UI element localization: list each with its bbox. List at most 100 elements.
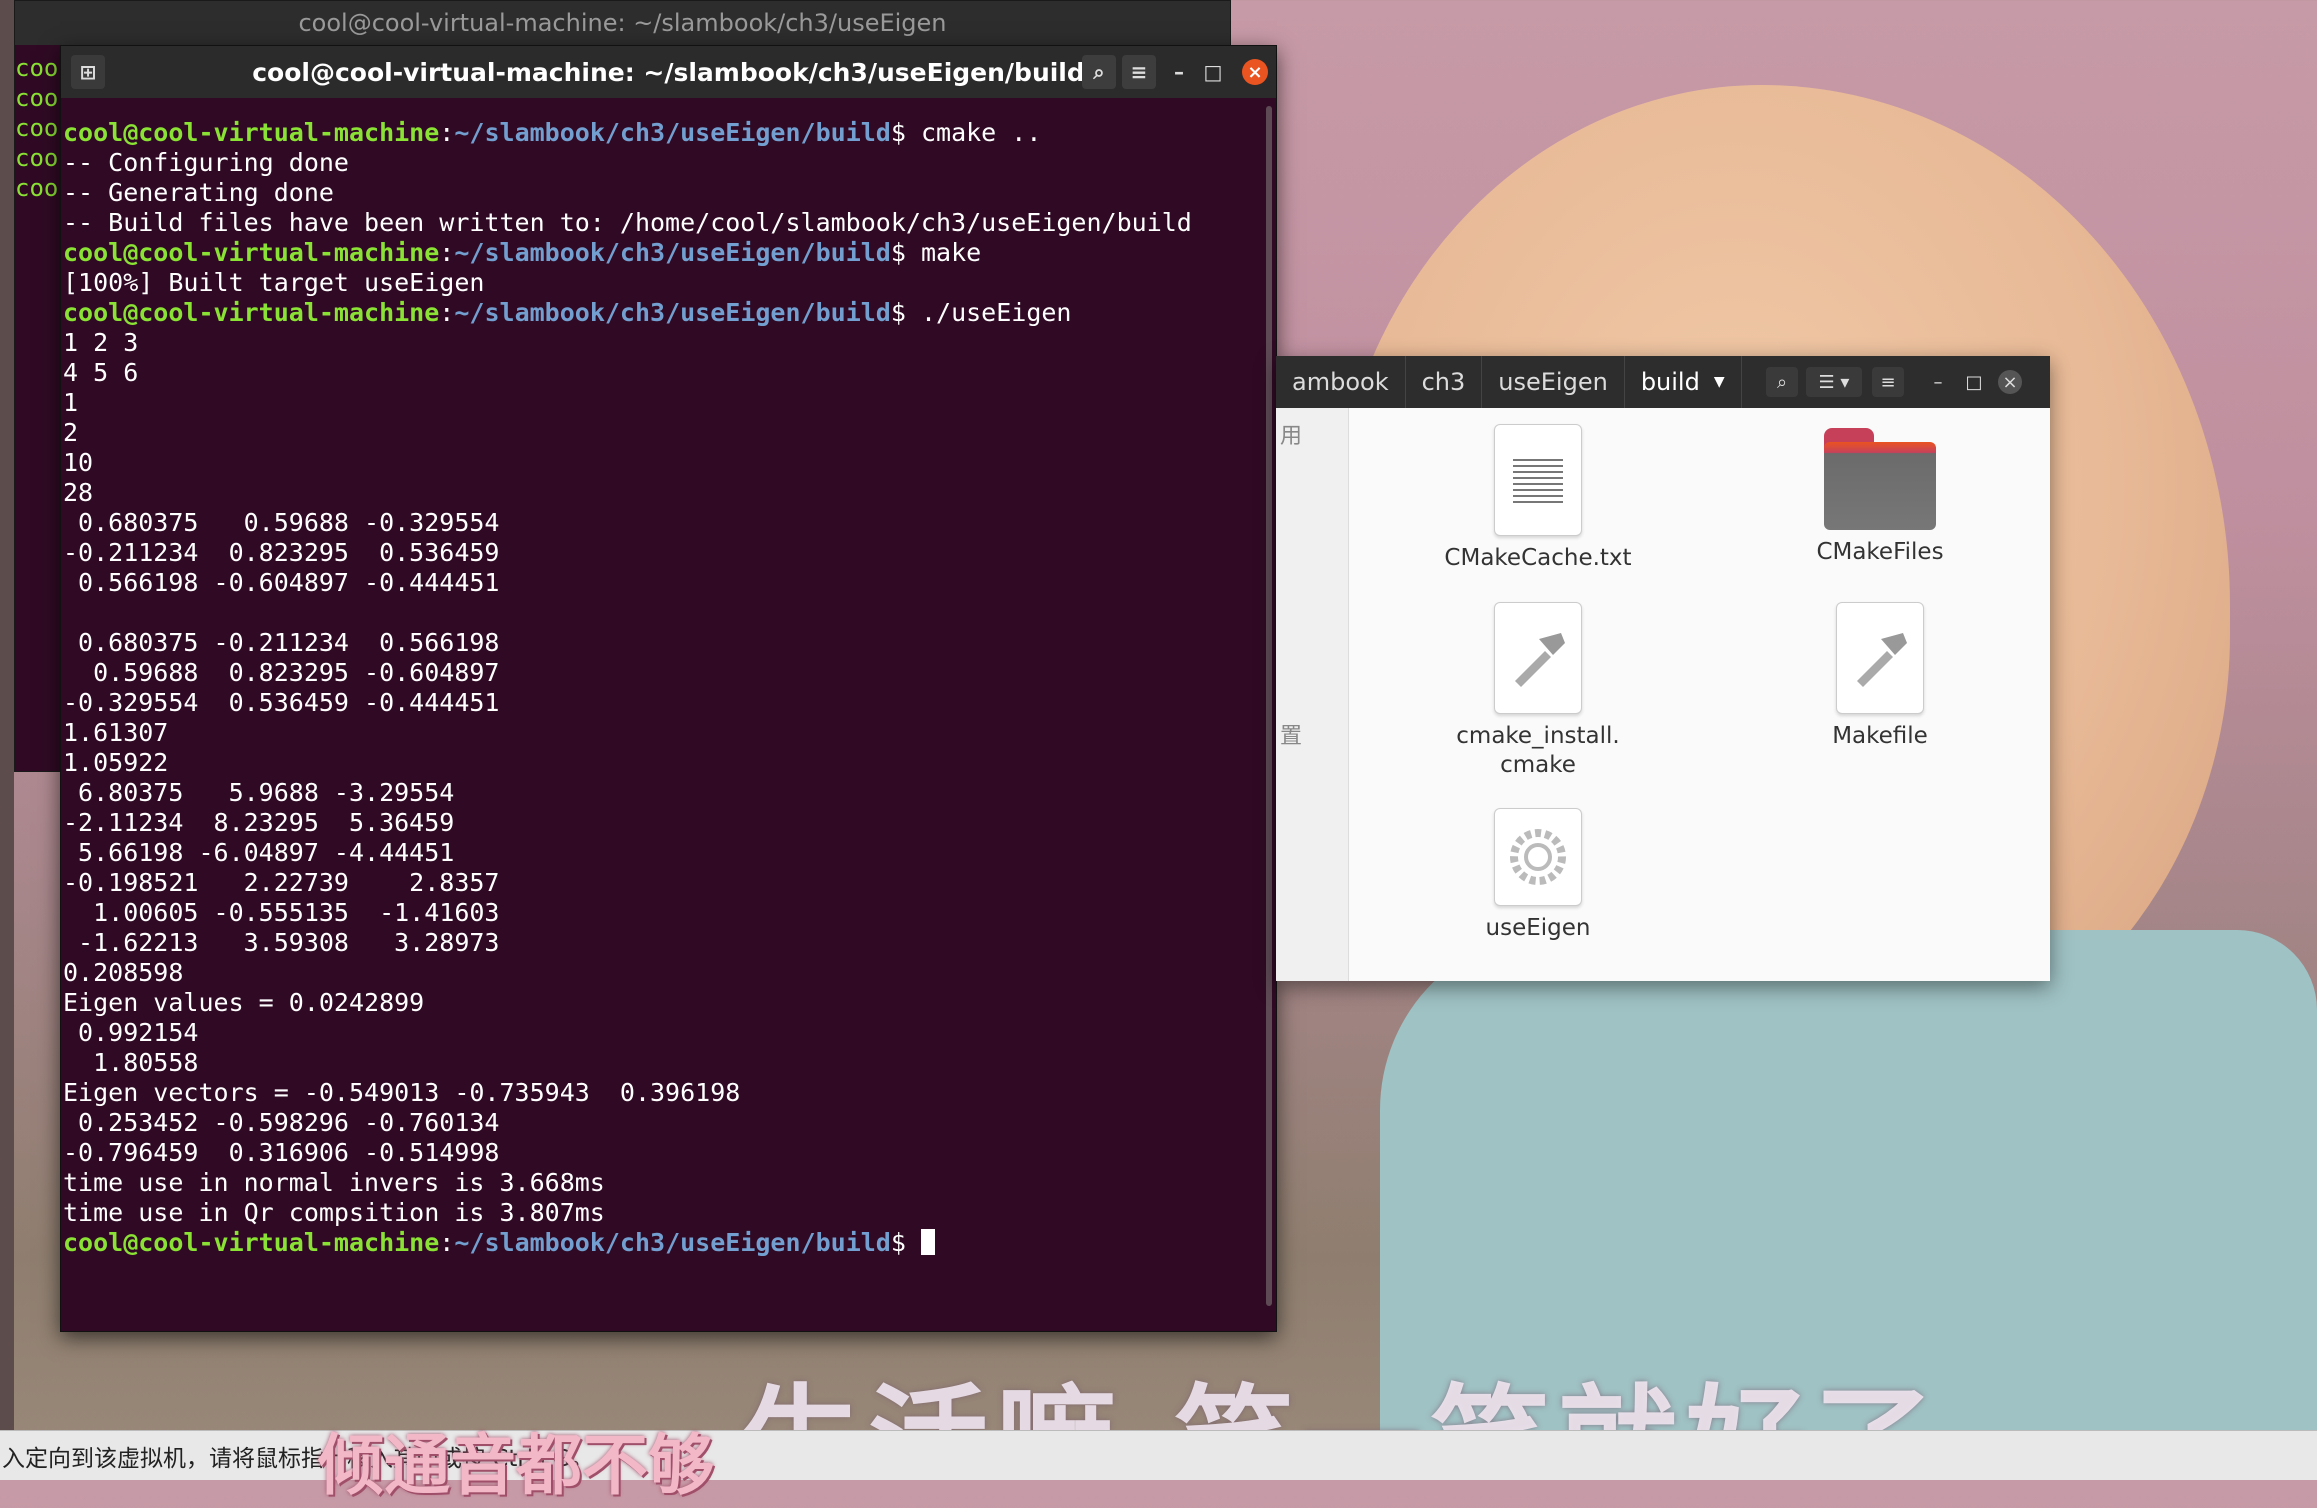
video-subtitle-overlay: 倾通音都不够 [318,1427,714,1504]
terminal-cursor[interactable] [920,1229,935,1255]
file-label: CMakeFiles [1816,539,1944,565]
terminal-output-line: 5.66198 -6.04897 -4.44451 [63,838,455,867]
terminal-prompt-line: cool@cool-virtual-machine:~/slambook/ch3… [63,238,1276,268]
background-terminal-title: cool@cool-virtual-machine: ~/slambook/ch… [298,9,947,37]
close-button[interactable]: × [1242,59,1268,85]
prompt-separator: : [439,238,455,267]
terminal-output-line: 28 [63,478,94,507]
terminal-output-line: 1.00605 -0.555135 -1.41603 [63,898,500,927]
terminal-output-line: 0.253452 -0.598296 -0.760134 [63,1108,500,1137]
new-tab-icon: ⊞ [79,60,97,84]
terminal-output-line: Eigen values = 0.0242899 [63,988,425,1017]
left-panel-strip [0,0,14,1430]
maximize-icon: □ [1965,371,1983,393]
terminal-output-line: 0.992154 [63,1018,199,1047]
hamburger-menu-icon: ≡ [1130,60,1148,84]
terminal-command: $ cmake .. [890,118,1042,147]
file-grid[interactable]: CMakeCache.txt CMakeFiles cmake_install.… [1348,408,2050,981]
breadcrumb-slambook[interactable]: ambook [1276,356,1406,408]
terminal-output-line: -- Configuring done [63,148,349,177]
terminal-output-line: 1.05922 [63,748,169,777]
prompt-separator: : [439,118,455,147]
terminal-output-line: 1 2 3 [63,328,139,357]
text-file-icon [1494,424,1582,536]
minimize-icon: – [1933,371,1943,393]
prompt-separator: : [439,1228,455,1257]
terminal-output-line: time use in Qr compsition is 3.807ms [63,1198,605,1227]
terminal-output-line: time use in normal invers is 3.668ms [63,1168,605,1197]
search-icon: ⌕ [1776,371,1788,393]
terminal-prompt-line: cool@cool-virtual-machine:~/slambook/ch3… [63,298,1276,328]
close-button[interactable]: × [1998,370,2022,394]
menu-button[interactable]: ≡ [1122,55,1156,89]
terminal-output-line: 1.80558 [63,1048,199,1077]
terminal-output-line: 0.566198 -0.604897 -0.444451 [63,568,500,597]
terminal-prompt-line: cool@cool-virtual-machine:~/slambook/ch3… [63,118,1276,148]
sidebar-fragment[interactable]: 置 [1280,718,1302,750]
search-button[interactable]: ⌕ [1766,367,1798,397]
file-item-useeigen[interactable]: useEigen [1428,808,1648,943]
terminal-output-line: 0.59688 0.823295 -0.604897 [63,658,500,687]
terminal-output-line: 1 [63,388,79,417]
terminal-output-line: 6.80375 5.9688 -3.29554 [63,778,455,807]
menu-button[interactable]: ≡ [1872,367,1904,397]
terminal-window[interactable]: ⊞ cool@cool-virtual-machine: ~/slambook/… [60,45,1277,1332]
hammer-file-icon [1494,602,1582,714]
terminal-output-line: [100%] Built target useEigen [63,268,485,297]
new-tab-button[interactable]: ⊞ [71,55,105,89]
terminal-output-line: 0.680375 0.59688 -0.329554 [63,508,500,537]
maximize-button[interactable]: □ [1196,55,1230,89]
background-terminal-titlebar[interactable]: cool@cool-virtual-machine: ~/slambook/ch… [15,1,1230,45]
file-label: cmake_install. cmake [1456,723,1620,778]
terminal-output-line: 0.680375 -0.211234 0.566198 [63,628,500,657]
prompt-path: ~/slambook/ch3/useEigen/build [454,238,891,267]
breadcrumb-build[interactable]: build ▼ [1625,356,1742,408]
terminal-output-line: 4 5 6 [63,358,139,387]
file-manager-header[interactable]: ambook ch3 useEigen build ▼ ⌕ ☰ ▾ ≡ – □ … [1276,356,2050,408]
folder-icon [1824,428,1936,530]
file-manager-sidebar[interactable]: 用 置 [1276,408,1349,981]
file-label: useEigen [1485,915,1591,941]
minimize-button[interactable]: – [1162,55,1196,89]
search-icon: ⌕ [1093,60,1105,84]
breadcrumb-ch3[interactable]: ch3 [1406,356,1483,408]
maximize-icon: □ [1203,60,1223,84]
file-item-cmake-install[interactable]: cmake_install. cmake [1428,602,1648,780]
file-manager-window[interactable]: ambook ch3 useEigen build ▼ ⌕ ☰ ▾ ≡ – □ … [1276,356,2050,981]
search-button[interactable]: ⌕ [1082,55,1116,89]
minimize-icon: – [1174,60,1184,84]
terminal-output-line: 0.208598 [63,958,184,987]
breadcrumb-build-label: build [1640,368,1700,396]
hammer-file-icon [1836,602,1924,714]
prompt-user-host: cool@cool-virtual-machine [63,238,440,267]
terminal-output-line: -2.11234 8.23295 5.36459 [63,808,455,837]
terminal-command: $ [890,1228,921,1257]
terminal-scrollbar[interactable] [1266,106,1272,1306]
terminal-output-line: 10 [63,448,94,477]
terminal-titlebar[interactable]: ⊞ cool@cool-virtual-machine: ~/slambook/… [61,46,1276,98]
gear-file-icon [1494,808,1582,906]
maximize-button[interactable]: □ [1958,367,1990,397]
prompt-path: ~/slambook/ch3/useEigen/build [454,1228,891,1257]
prompt-path: ~/slambook/ch3/useEigen/build [454,298,891,327]
minimize-button[interactable]: – [1922,367,1954,397]
terminal-output-line: -- Build files have been written to: /ho… [63,208,1192,237]
hamburger-menu-icon: ≡ [1880,371,1896,393]
terminal-output-line: Eigen vectors = -0.549013 -0.735943 0.39… [63,1078,741,1107]
terminal-output-line: -0.329554 0.536459 -0.444451 [63,688,500,717]
breadcrumb-useEigen[interactable]: useEigen [1482,356,1625,408]
sidebar-fragment[interactable]: 用 [1280,418,1302,450]
prompt-user-host: cool@cool-virtual-machine [63,298,440,327]
file-item-cmakefiles[interactable]: CMakeFiles [1770,424,1990,567]
terminal-output-line: -1.62213 3.59308 3.28973 [63,928,500,957]
terminal-output-line: -0.796459 0.316906 -0.514998 [63,1138,500,1167]
file-item-makefile[interactable]: Makefile [1770,602,1990,751]
list-view-icon: ☰ ▾ [1818,371,1850,393]
terminal-title: cool@cool-virtual-machine: ~/slambook/ch… [252,57,1085,87]
terminal-output-line: -0.198521 2.22739 2.8357 [63,868,500,897]
file-item-cmakecache[interactable]: CMakeCache.txt [1428,424,1648,573]
terminal-output[interactable]: cool@cool-virtual-machine:~/slambook/ch3… [61,98,1276,1258]
prompt-separator: : [439,298,455,327]
view-options-button[interactable]: ☰ ▾ [1806,367,1862,397]
file-label: Makefile [1832,723,1928,749]
